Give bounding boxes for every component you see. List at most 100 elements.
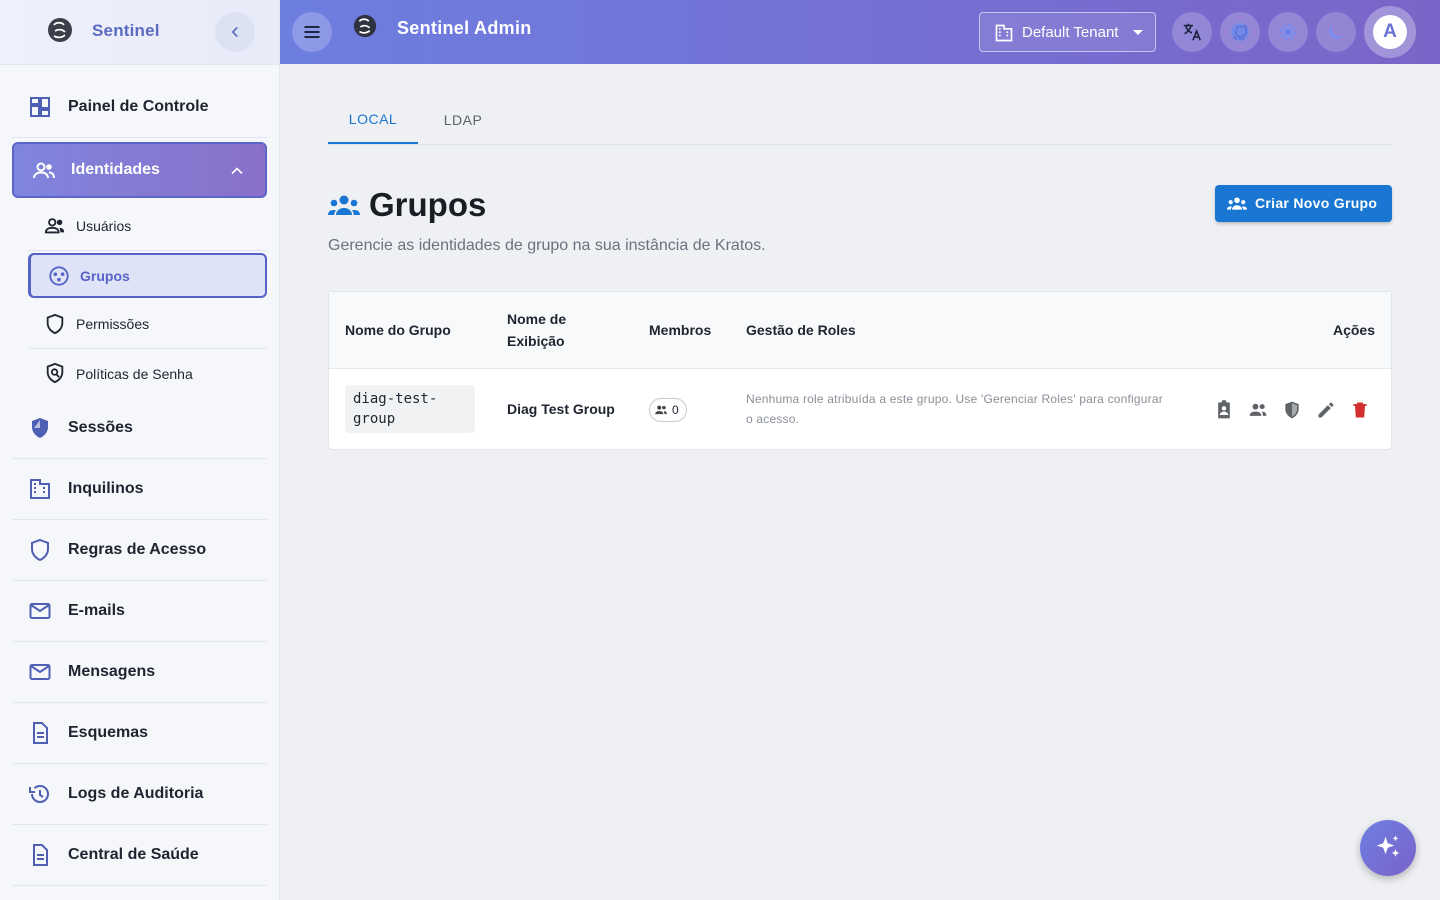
- sidebar-submenu: Usuários Grupos Permissões Políticas de …: [28, 202, 267, 398]
- people-icon: [655, 405, 667, 415]
- delete-button[interactable]: [1348, 398, 1372, 422]
- sidebar-item-label: Mensagens: [68, 663, 156, 680]
- sidebar-item-grupos[interactable]: Grupos: [28, 253, 267, 298]
- pencil-icon: [1318, 402, 1334, 418]
- sidebar-item-label: Inquilinos: [68, 480, 144, 497]
- table-row: diag-test-group Diag Test Group 0 Nenhum…: [329, 370, 1391, 450]
- moon-icon: [1329, 24, 1344, 39]
- top-app-bar: Sentinel Admin Default Tenant A: [280, 0, 1440, 64]
- shield-icon: [46, 313, 64, 335]
- sidebar-item-central-de-saude[interactable]: Central de Saúde: [12, 825, 267, 886]
- sentinel-logo-icon: [353, 14, 377, 38]
- sidebar-item-label: Políticas de Senha: [76, 365, 193, 382]
- sidebar-item-regras-de-acesso[interactable]: Regras de Acesso: [12, 520, 267, 581]
- theme-toggle-button[interactable]: [1316, 12, 1356, 52]
- groups-icon: [1227, 197, 1247, 210]
- tab-ldap[interactable]: LDAP: [418, 96, 508, 144]
- permissions-button[interactable]: [1280, 398, 1304, 422]
- group-name-code: diag-test-group: [345, 385, 475, 433]
- language-button[interactable]: [1172, 12, 1212, 52]
- members-count: 0: [672, 403, 679, 417]
- settings-button[interactable]: [1268, 12, 1308, 52]
- group-display-name: Diag Test Group: [507, 401, 615, 417]
- domain-icon: [30, 479, 50, 499]
- sidebar: Sentinel Painel de Controle Identidades …: [0, 0, 280, 900]
- github-button[interactable]: [1220, 12, 1260, 52]
- policy-icon: [46, 362, 64, 384]
- create-group-button-label: Criar Novo Grupo: [1255, 195, 1378, 211]
- sidebar-item-label: Esquemas: [68, 724, 149, 741]
- sidebar-item-identidades[interactable]: Identidades: [12, 142, 267, 198]
- sidebar-item-logs-de-auditoria[interactable]: Logs de Auditoria: [12, 764, 267, 825]
- sidebar-brand: Sentinel: [92, 21, 160, 40]
- users-icon: [44, 218, 65, 234]
- people-icon: [1249, 403, 1267, 416]
- user-avatar-button[interactable]: A: [1364, 6, 1416, 58]
- security-icon: [32, 418, 48, 438]
- shield-outline-icon: [31, 538, 49, 562]
- roles-empty-note: Nenhuma role atribuída a este grupo. Use…: [746, 392, 1163, 426]
- column-header-display-name: Nome de Exibição: [507, 311, 567, 349]
- sidebar-item-mensagens[interactable]: Mensagens: [12, 642, 267, 703]
- collapse-sidebar-button[interactable]: [215, 12, 255, 52]
- people-icon: [33, 162, 55, 179]
- groups-icon: [328, 195, 360, 215]
- sidebar-item-inquilinos[interactable]: Inquilinos: [12, 459, 267, 520]
- assignment-ind-icon: [1218, 400, 1230, 419]
- sidebar-item-label: Logs de Auditoria: [68, 785, 204, 802]
- page-title: Grupos: [369, 186, 487, 223]
- health-document-icon: [33, 844, 48, 866]
- tab-local[interactable]: LOCAL: [328, 96, 418, 144]
- dropdown-caret-icon: [1133, 30, 1143, 35]
- hamburger-menu-icon: [304, 26, 320, 38]
- sidebar-item-painel-de-controle[interactable]: Painel de Controle: [12, 77, 267, 138]
- sidebar-item-label: E-mails: [68, 602, 125, 619]
- sidebar-item-label: Painel de Controle: [68, 98, 209, 115]
- edit-button[interactable]: [1314, 398, 1338, 422]
- chevron-up-icon: [231, 167, 243, 175]
- members-count-chip[interactable]: 0: [649, 398, 687, 422]
- sidebar-item-esquemas[interactable]: Esquemas: [12, 703, 267, 764]
- column-header-members: Membros: [649, 322, 712, 338]
- sidebar-item-label: Permissões: [76, 316, 150, 332]
- sidebar-item-label: Central de Saúde: [68, 846, 199, 863]
- sidebar-item-label: Usuários: [76, 218, 132, 234]
- sentinel-logo-icon: [48, 18, 72, 42]
- column-header-role-management: Gestão de Roles: [746, 322, 856, 338]
- sidebar-nav: Painel de Controle Identidades Usuários …: [12, 77, 267, 886]
- sidebar-item-permissoes[interactable]: Permissões: [28, 300, 267, 349]
- sidebar-item-sessoes[interactable]: Sessões: [12, 398, 267, 459]
- create-group-button[interactable]: Criar Novo Grupo: [1215, 185, 1392, 222]
- mail-icon: [29, 603, 51, 619]
- sidebar-item-usuarios[interactable]: Usuários: [28, 202, 267, 251]
- tenant-selector-value: Default Tenant: [1022, 24, 1119, 41]
- translate-icon: [1183, 23, 1202, 41]
- history-icon: [29, 785, 49, 803]
- groups-table: Nome do Grupo Nome de Exibição Membros G…: [328, 291, 1392, 450]
- github-icon: [1230, 22, 1250, 42]
- sparkles-icon: [1376, 835, 1400, 857]
- tenant-selector[interactable]: Default Tenant: [979, 12, 1156, 52]
- menu-button[interactable]: [292, 12, 332, 52]
- manage-roles-button[interactable]: [1212, 398, 1236, 422]
- document-icon: [33, 722, 48, 744]
- ai-assistant-button[interactable]: [1360, 820, 1416, 876]
- mail-outline-icon: [29, 664, 51, 680]
- dashboard-icon: [30, 97, 50, 117]
- manage-members-button[interactable]: [1246, 398, 1270, 422]
- domain-icon: [995, 24, 1013, 42]
- sidebar-item-label: Grupos: [80, 267, 130, 284]
- sidebar-item-e-mails[interactable]: E-mails: [12, 581, 267, 642]
- sidebar-item-politicas-de-senha[interactable]: Políticas de Senha: [28, 349, 267, 398]
- avatar: A: [1373, 15, 1407, 49]
- sidebar-header: Sentinel: [0, 0, 279, 65]
- sidebar-item-label: Sessões: [68, 419, 133, 436]
- sidebar-item-label: Regras de Acesso: [68, 541, 207, 558]
- app-title: Sentinel Admin: [397, 18, 532, 38]
- groups-icon: [49, 266, 69, 286]
- page-subtitle: Gerencie as identidades de grupo na sua …: [328, 237, 766, 254]
- sidebar-item-label: Identidades: [71, 161, 160, 178]
- shield-icon: [1285, 401, 1299, 419]
- gear-icon: [1279, 23, 1297, 41]
- table-header: Nome do Grupo Nome de Exibição Membros G…: [329, 292, 1391, 369]
